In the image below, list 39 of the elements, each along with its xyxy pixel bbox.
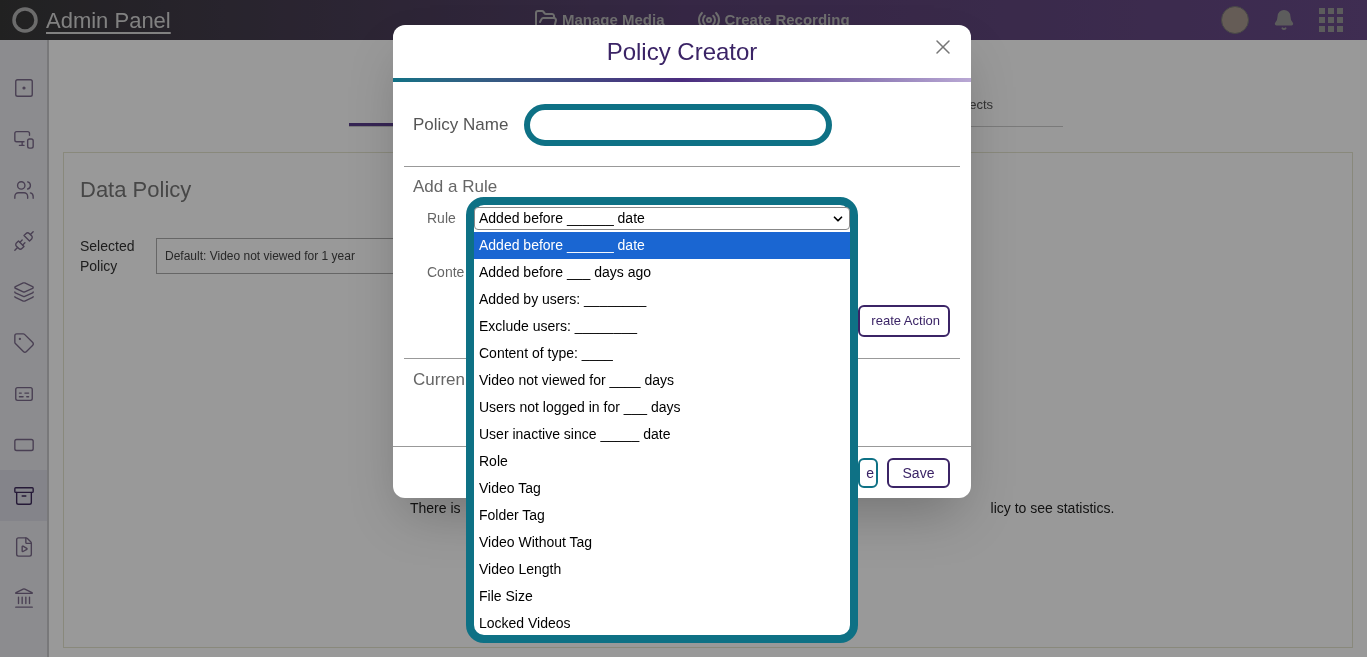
card-title: Data Policy [80, 176, 192, 204]
dropdown-option[interactable]: Added before ______ date [474, 232, 850, 259]
notifications-icon[interactable] [1273, 9, 1295, 31]
save-button[interactable]: Save [887, 458, 950, 488]
field-label: Rule [427, 208, 456, 228]
dropdown-option[interactable]: Locked Videos [474, 610, 850, 637]
section-heading: Curren [413, 369, 465, 391]
layers-icon [12, 280, 35, 303]
dropdown-option[interactable]: Role [474, 448, 850, 475]
app-title[interactable]: Admin Panel [46, 3, 171, 37]
rule-select[interactable]: Added before ______ date [474, 207, 850, 230]
bank-icon [12, 586, 35, 609]
dropdown-option[interactable]: Video Without Tag [474, 529, 850, 556]
sidebar-item[interactable] [0, 470, 47, 521]
dropdown-option[interactable]: Users not logged in for ___ days [474, 394, 850, 421]
field-label: Policy Name [413, 114, 509, 137]
logo-icon [12, 7, 38, 33]
dropdown-option[interactable]: Content of type: ____ [474, 340, 850, 367]
dropdown-option[interactable]: User inactive since _____ date [474, 421, 850, 448]
section-heading: Add a Rule [413, 176, 498, 198]
panel-icon [12, 76, 35, 99]
plug-icon [12, 229, 35, 252]
archive-icon [12, 484, 35, 507]
policy-name-field[interactable] [524, 104, 833, 146]
avatar[interactable] [1221, 6, 1249, 34]
apps-grid-icon[interactable] [1319, 8, 1343, 32]
dialog-title: Policy Creator [606, 36, 758, 67]
note-text: There is [410, 499, 461, 518]
dropdown-option[interactable]: Exclude users: ________ [474, 313, 850, 340]
note-text: licy to see statistics. [990, 499, 1115, 518]
dropdown-option[interactable]: Video Tag [474, 475, 850, 502]
dropdown-option[interactable]: Folder Tag [474, 502, 850, 529]
dropdown-option[interactable]: Video not viewed for ____ days [474, 367, 850, 394]
dropdown-option[interactable]: File Size [474, 583, 850, 610]
dropdown-option[interactable]: Video Length [474, 556, 850, 583]
tag-icon [12, 331, 35, 354]
dropdown-option[interactable]: Added by users: ________ [474, 286, 850, 313]
field-label: Selected Policy [80, 237, 136, 276]
users-icon [12, 178, 35, 201]
